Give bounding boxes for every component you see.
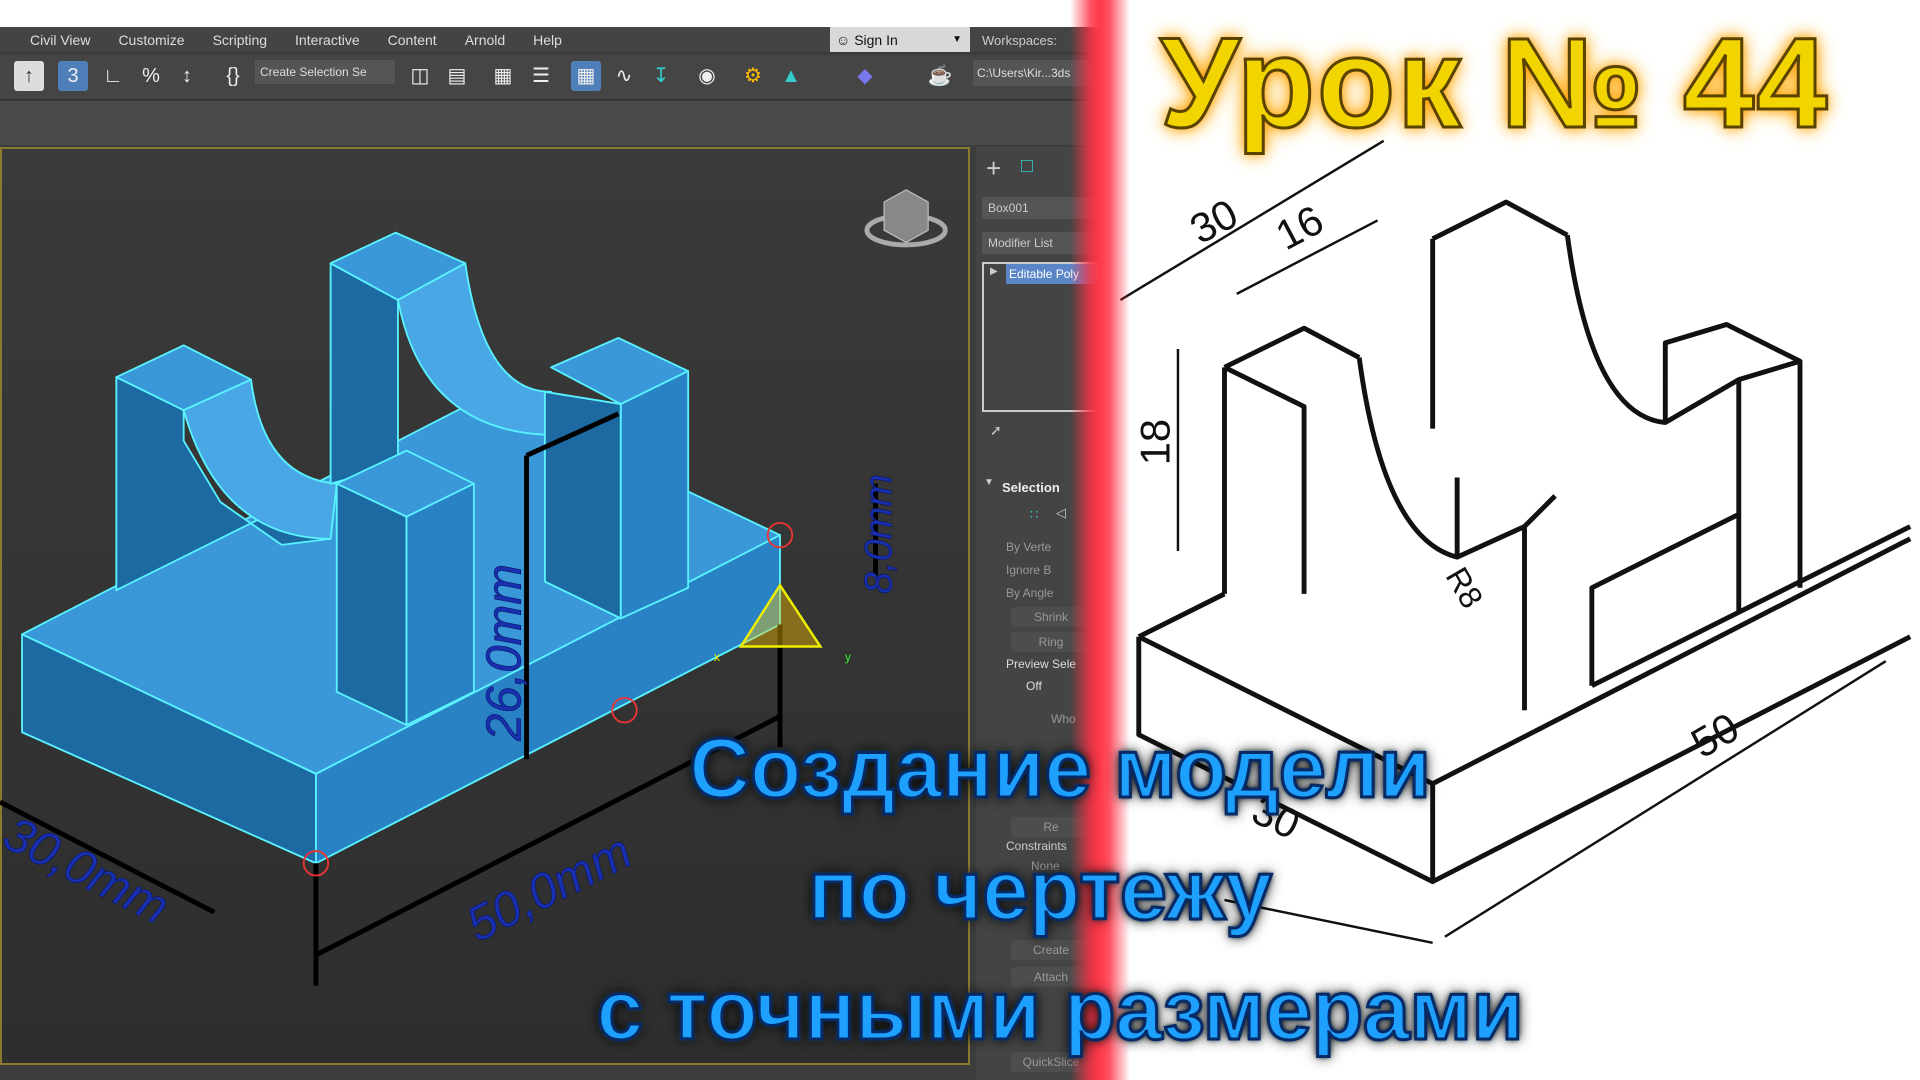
drawing-dim-30-top: 30: [1182, 190, 1245, 253]
subtitle-line-2: по чертежу: [806, 842, 1273, 939]
right-upright-front: [543, 390, 622, 620]
subtitle-line-3: с точными размерами: [595, 962, 1525, 1059]
subtitle-line-1: Создание модели: [688, 720, 1432, 817]
technical-drawing: [1119, 139, 1912, 945]
rear-cutout-surface: [397, 262, 552, 436]
rear-upright-front: [329, 262, 399, 485]
middle-pillar-left: [335, 482, 408, 726]
dim-8mm: 8,0mm: [857, 474, 900, 594]
viewcube[interactable]: [864, 189, 948, 248]
dim-26mm: 26,0mm: [477, 564, 531, 742]
lesson-title: Урок № 44: [1158, 11, 1830, 157]
middle-pillar-right: [405, 482, 475, 726]
right-upright-side: [619, 370, 690, 620]
axis-x-label: x: [714, 650, 720, 664]
drawing-dim-r8: R8: [1439, 561, 1491, 614]
axis-y-label: y: [845, 650, 852, 664]
drawing-dim-18: 18: [1131, 419, 1178, 465]
